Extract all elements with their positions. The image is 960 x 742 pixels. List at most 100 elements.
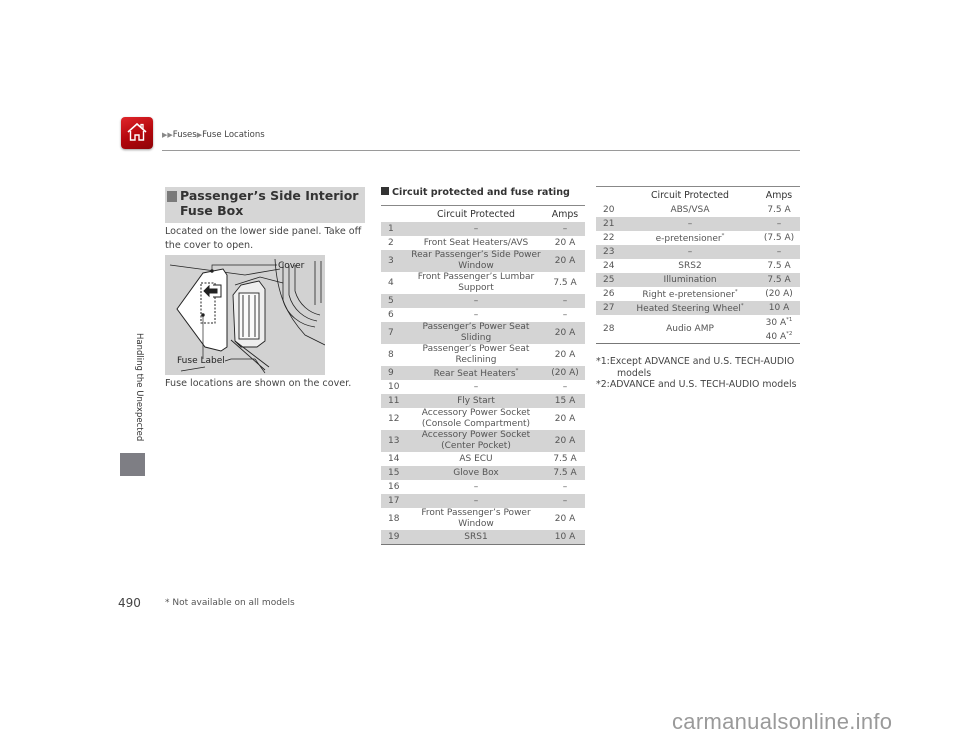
footnote: * Not available on all models xyxy=(165,598,295,608)
chapter-tab[interactable] xyxy=(120,453,145,476)
header-divider xyxy=(162,150,800,151)
fuse-circuit: Heated Steering Wheel* xyxy=(622,301,758,315)
fuse-amps: – xyxy=(562,381,568,392)
diagram-caption: Fuse locations are shown on the cover. xyxy=(165,378,352,389)
fuse-row: 4 Front Passenger’s Lumbar Support 7.5 A xyxy=(381,272,585,294)
fuse-number: 22 xyxy=(603,232,615,243)
heading-square-icon xyxy=(381,187,389,195)
fuse-amps: – xyxy=(758,245,800,259)
fuse-circuit: ABS/VSA xyxy=(670,204,710,215)
fuse-circuit: Passenger’s Power Seat Reclining xyxy=(422,344,530,365)
fuse-row: 28 Audio AMP 30 A*1 40 A*2 xyxy=(596,315,800,344)
home-icon xyxy=(127,122,147,141)
fuse-row: 26 Right e-pretensioner* (20 A) xyxy=(596,287,800,301)
chapter-label: Handling the Unexpected xyxy=(134,333,144,442)
fuse-row: 3 Rear Passenger’s Side Power Window 20 A xyxy=(381,250,585,272)
fuse-amps: 20 A xyxy=(545,322,585,344)
fuse-row: 8 Passenger’s Power Seat Reclining 20 A xyxy=(381,344,585,366)
fuse-row: 21– – xyxy=(596,217,800,231)
fuse-circuit: SRS2 xyxy=(678,260,702,271)
fuse-amps: 20 A xyxy=(554,237,576,248)
breadcrumb: ▶▶Fuses▶Fuse Locations xyxy=(162,130,265,140)
col-circuit: Circuit Protected xyxy=(407,205,545,222)
fuse-row: 11 Fly Start 15 A xyxy=(381,394,585,408)
note-2: *2:ADVANCE and U.S. TECH-AUDIO models xyxy=(596,379,797,390)
fuse-number: 26 xyxy=(603,288,615,299)
fuse-box-diagram: Cover Fuse Label xyxy=(165,255,326,375)
fuse-circuit: Front Passenger’s Lumbar Support xyxy=(417,272,535,293)
col-circuit: Circuit Protected xyxy=(622,186,758,203)
fuse-circuit: Glove Box xyxy=(407,466,545,480)
heading-square-icon xyxy=(167,191,177,202)
page-number: 490 xyxy=(118,596,141,610)
fuse-row: 12 Accessory Power Socket (Console Compar… xyxy=(381,408,585,430)
fuse-circuit: Accessory Power Socket (Center Pocket) xyxy=(407,430,545,452)
fuse-amps: – xyxy=(562,309,568,320)
fuse-circuit: – xyxy=(622,217,758,231)
col-number xyxy=(596,186,622,203)
fuse-circuit: Fly Start xyxy=(407,394,545,408)
fuse-row: 27 Heated Steering Wheel* 10 A xyxy=(596,301,800,315)
fuse-amps: – xyxy=(758,217,800,231)
fuse-amps: 15 A xyxy=(545,394,585,408)
fuse-row: 7 Passenger’s Power Seat Sliding 20 A xyxy=(381,322,585,344)
note-1: *1:Except ADVANCE and U.S. TECH-AUDIO mo… xyxy=(596,356,795,379)
col-number xyxy=(381,205,407,222)
fuse-row: 16 – – xyxy=(381,480,585,494)
fuse-number: 28 xyxy=(596,315,622,344)
fuse-amps: 7.5 A xyxy=(767,204,791,215)
fuse-row: 23– – xyxy=(596,245,800,259)
fuse-number: 18 xyxy=(388,513,400,524)
fuse-number: 4 xyxy=(388,277,394,288)
fuse-number: 10 xyxy=(388,381,400,392)
fuse-amps: – xyxy=(545,294,585,308)
col-amps: Amps xyxy=(758,186,800,203)
fuse-number: 5 xyxy=(381,294,407,308)
fuse-row: 24 SRS2 7.5 A xyxy=(596,259,800,273)
fuse-amps: 20 A xyxy=(554,413,576,424)
fuse-number: 11 xyxy=(381,394,407,408)
fuse-amps: (7.5 A) xyxy=(763,232,795,243)
fuse-circuit: – xyxy=(407,494,545,508)
fuse-amps: 7.5 A xyxy=(553,277,577,288)
fuse-amps: – xyxy=(562,481,568,492)
fuse-amps: 20 A xyxy=(545,250,585,272)
fuse-row: 13 Accessory Power Socket (Center Pocket)… xyxy=(381,430,585,452)
fuse-amps: 10 A xyxy=(758,301,800,315)
callout-fuse-label: Fuse Label xyxy=(177,356,225,366)
subheading-text: Circuit protected and fuse rating xyxy=(392,187,570,198)
fuse-row: 22 e-pretensioner* (7.5 A) xyxy=(596,231,800,245)
fuse-number: 27 xyxy=(596,301,622,315)
fuse-circuit: Front Seat Heaters/AVS xyxy=(423,237,529,248)
subheading: Circuit protected and fuse rating xyxy=(381,187,570,198)
fuse-circuit: e-pretensioner* xyxy=(655,233,725,244)
fuse-row: 20 ABS/VSA 7.5 A xyxy=(596,203,800,217)
fuse-number: 23 xyxy=(596,245,622,259)
fuse-number: 12 xyxy=(388,413,400,424)
fuse-amps: 20 A xyxy=(554,513,576,524)
fuse-number: 17 xyxy=(381,494,407,508)
table-notes: *1:Except ADVANCE and U.S. TECH-AUDIO mo… xyxy=(596,356,806,391)
fuse-number: 25 xyxy=(596,273,622,287)
fuse-circuit: AS ECU xyxy=(459,453,493,464)
fuse-number: 20 xyxy=(603,204,615,215)
watermark: carmanualsonline.info xyxy=(672,709,893,734)
fuse-number: 19 xyxy=(381,530,407,545)
breadcrumb-item-fuses[interactable]: Fuses xyxy=(173,130,197,140)
availability-mark: * xyxy=(734,289,738,295)
fuse-amps: (20 A) xyxy=(545,366,585,380)
fuse-circuit: Rear Seat Heaters* xyxy=(407,366,545,380)
fuse-amps: 20 A xyxy=(554,349,576,360)
breadcrumb-item-fuse-locations[interactable]: Fuse Locations xyxy=(202,130,265,140)
fuse-number: 13 xyxy=(381,430,407,452)
availability-mark: * xyxy=(721,233,725,239)
fuse-row: 14 AS ECU 7.5 A xyxy=(381,452,585,466)
fuse-row: 18 Front Passenger’s Power Window 20 A xyxy=(381,508,585,530)
section-title: Passenger’s Side Interior Fuse Box xyxy=(180,188,359,218)
home-button[interactable] xyxy=(121,117,153,149)
section-heading: Passenger’s Side Interior Fuse Box xyxy=(165,187,365,223)
fuse-circuit: – xyxy=(473,309,479,320)
fuse-amps: 7.5 A xyxy=(767,260,791,271)
fuse-amps: 20 A xyxy=(545,430,585,452)
fuse-circuit: Audio AMP xyxy=(622,315,758,344)
